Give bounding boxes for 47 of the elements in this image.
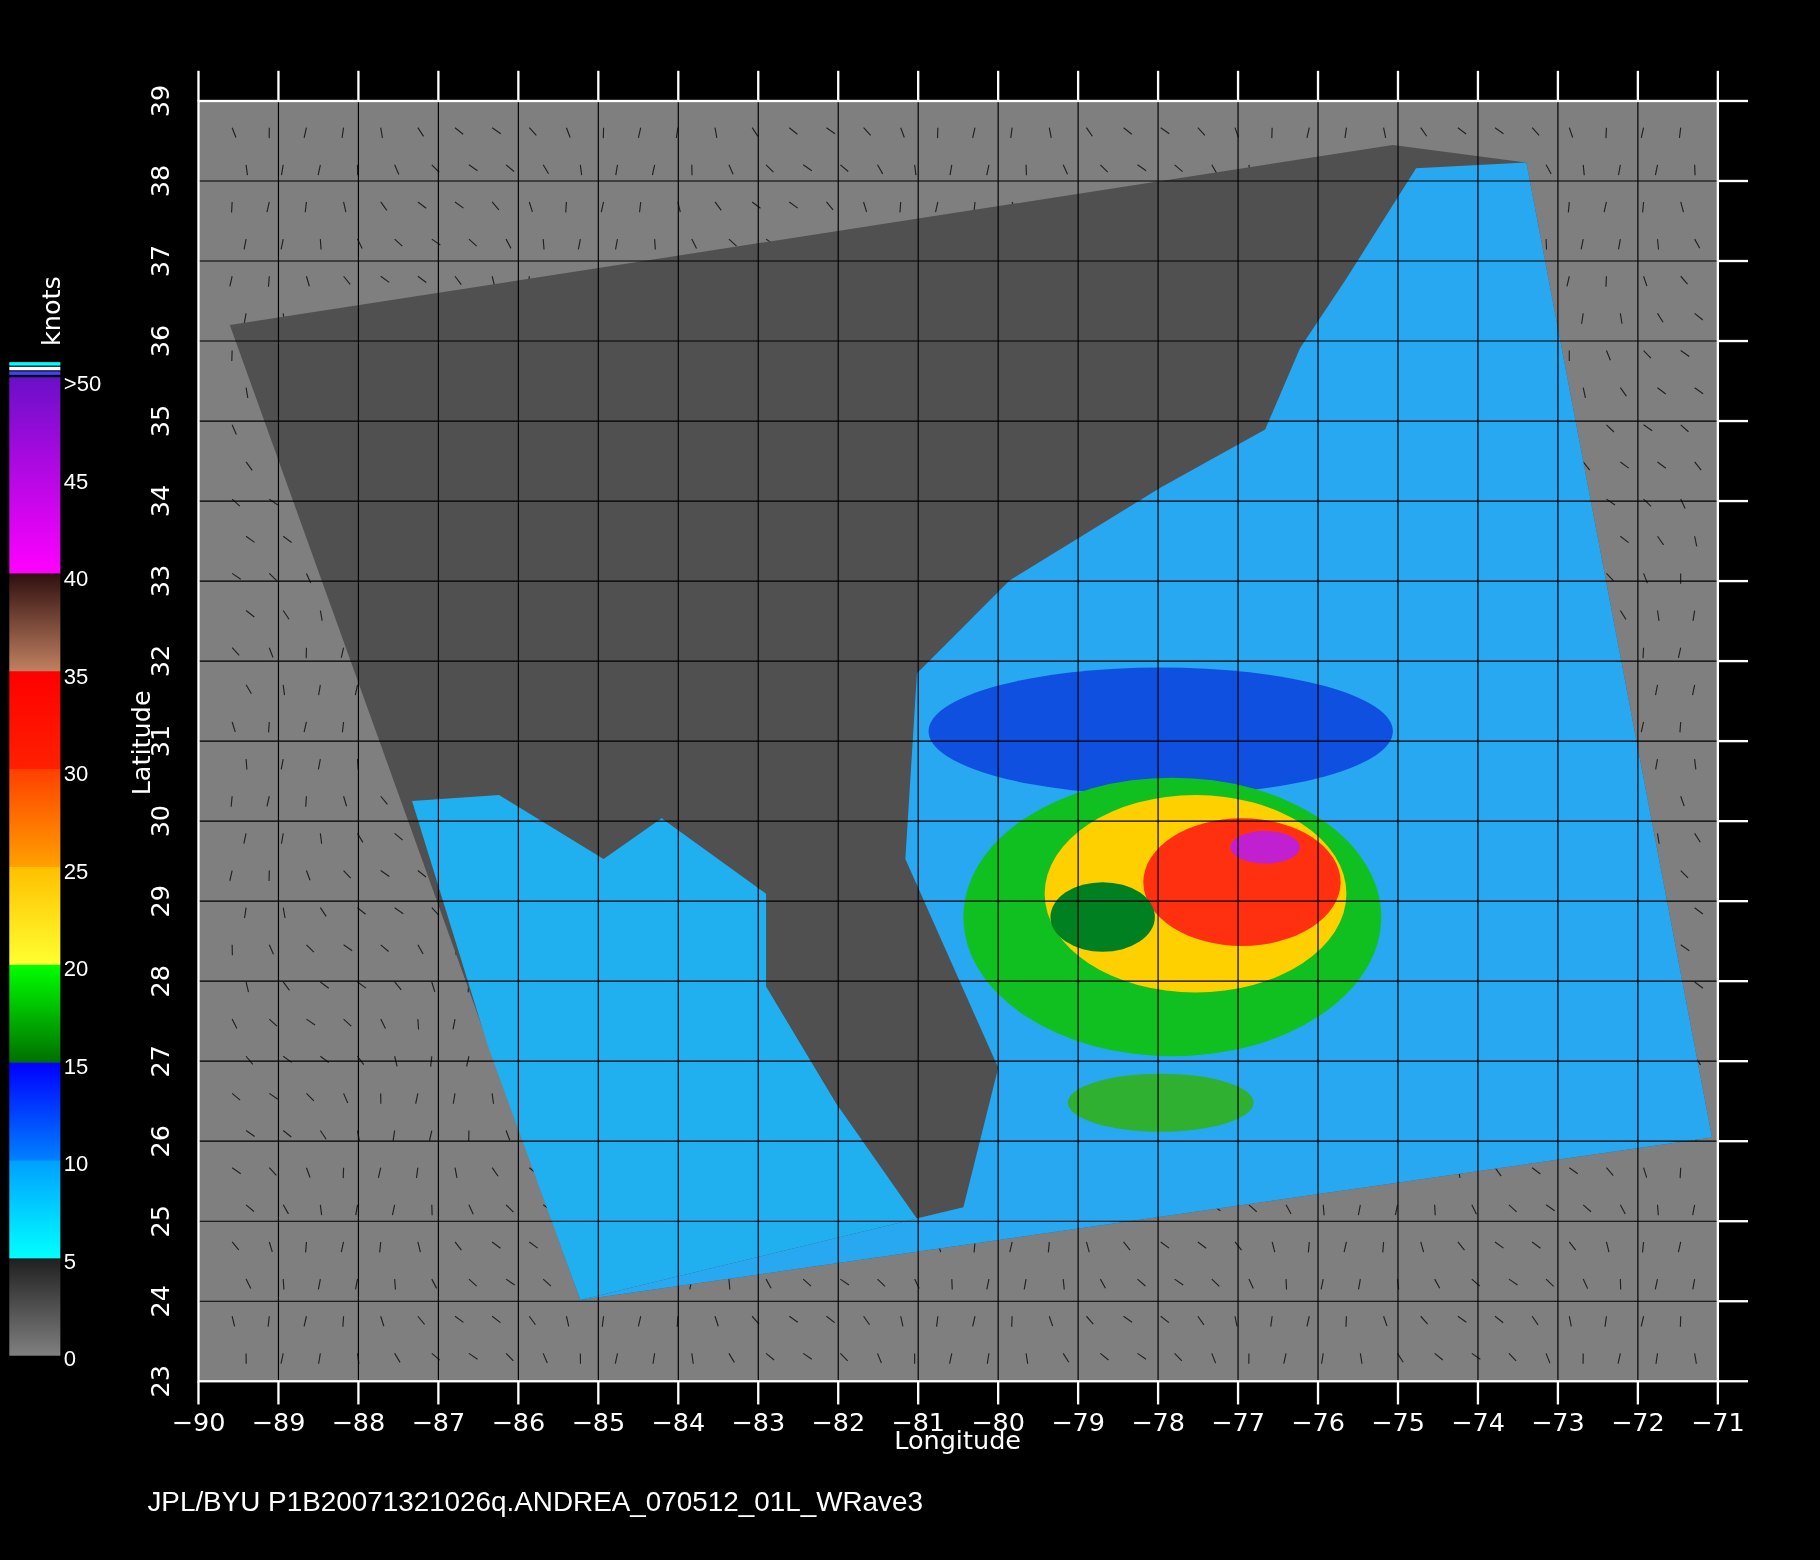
- scale-label: 30: [63, 761, 89, 787]
- axis-tick-label: 27: [145, 1044, 176, 1078]
- axis-tick-label: 38: [145, 164, 176, 198]
- axis-tick-label: −83: [731, 1407, 786, 1438]
- scale-label: 0: [63, 1346, 77, 1372]
- axis-tick-label: −89: [251, 1407, 306, 1438]
- unit-label: knots: [36, 276, 67, 346]
- axis-tick-label: 24: [145, 1285, 176, 1318]
- axis-tick-label: 32: [145, 644, 176, 678]
- scale-label: 25: [63, 858, 89, 884]
- axis-tick-label: −86: [491, 1407, 546, 1438]
- scale-label: 45: [63, 468, 89, 494]
- axis-tick-label: −79: [1051, 1407, 1106, 1438]
- axis-tick-label: −84: [651, 1407, 706, 1438]
- scale-label: 10: [63, 1151, 89, 1177]
- axis-tick-label: −90: [171, 1407, 226, 1438]
- axis-tick-label: −73: [1531, 1407, 1585, 1438]
- axis-tick-label: −88: [331, 1407, 386, 1438]
- axis-tick-label: 23: [145, 1365, 176, 1398]
- axis-tick-label: −77: [1211, 1407, 1265, 1438]
- axis-tick-label: −78: [1131, 1407, 1185, 1438]
- scale-label: 15: [63, 1053, 89, 1079]
- axis-tick-label: 35: [145, 404, 176, 438]
- axis-tick-label: −71: [1690, 1407, 1745, 1438]
- axis-tick-label: −82: [811, 1407, 866, 1438]
- axis-tick-label: −85: [571, 1407, 626, 1438]
- scale-label: >50: [63, 371, 102, 397]
- axis-tick-label: 37: [145, 244, 176, 278]
- scale-label: 35: [63, 663, 89, 689]
- axis-tick-label: 34: [145, 484, 176, 518]
- axis-tick-label: 30: [145, 804, 176, 838]
- scale-label: 5: [63, 1248, 77, 1274]
- axis-tick-label: −76: [1291, 1407, 1345, 1438]
- axis-tick-label: 33: [145, 564, 176, 598]
- axis-tick-label: 39: [145, 84, 176, 118]
- axis-tick-label: −75: [1371, 1407, 1425, 1438]
- axis-tick-label: 28: [145, 964, 176, 998]
- axis-tick-label: 25: [145, 1205, 176, 1238]
- axis-tick-label: −74: [1451, 1407, 1505, 1438]
- axis-tick-label: −72: [1610, 1407, 1665, 1438]
- scale-label: 40: [63, 566, 89, 592]
- caption-text: JPL/BYU P1B20071321026q.ANDREA_070512_01L_WRave3: [147, 1486, 923, 1518]
- axis-tick-label: 29: [145, 884, 176, 918]
- axis-tick-label: 26: [145, 1124, 176, 1158]
- axis-tick-label: −87: [411, 1407, 466, 1438]
- axis-tick-label: 36: [145, 324, 176, 358]
- scale-label: 20: [63, 956, 89, 982]
